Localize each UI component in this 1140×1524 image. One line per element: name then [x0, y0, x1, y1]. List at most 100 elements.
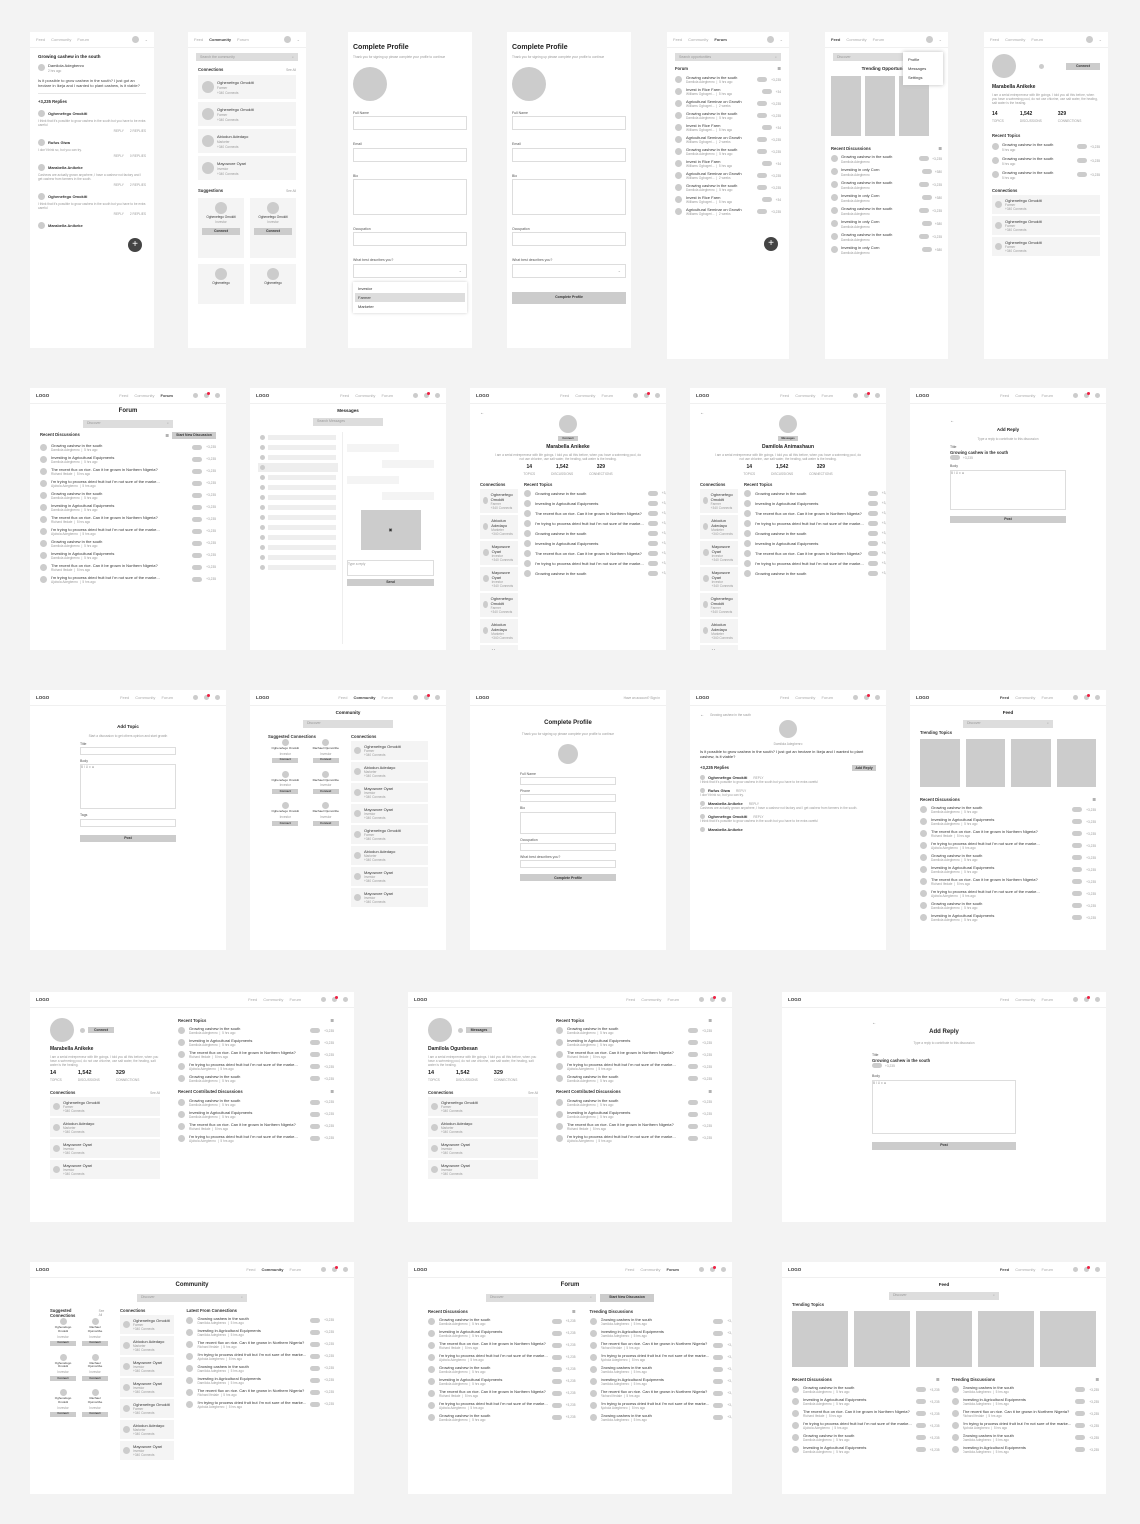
filter-icon[interactable]: ☰	[708, 1089, 712, 1094]
connection-card[interactable]: Mayowore Oyari Investor +340 Connects	[428, 1160, 538, 1180]
nav-community[interactable]: Community	[353, 695, 375, 700]
avatar-icon[interactable]	[875, 393, 880, 398]
conversation-item[interactable]	[258, 513, 338, 522]
search-input[interactable]: Discover ⌕	[889, 1291, 999, 1300]
bell-icon[interactable]	[864, 392, 870, 398]
suggestion-card[interactable]: Oghenefego Omokiti Investor Connect	[250, 197, 296, 258]
connection-card[interactable]: Oghenefego Omokiti Farmer +340 Connects	[480, 488, 519, 513]
list-item[interactable]: I'm trying to process dried fruit but I'…	[186, 1352, 334, 1361]
nav-forum[interactable]: Forum	[821, 695, 833, 700]
nav-community[interactable]: Community	[640, 1267, 660, 1272]
nav-forum[interactable]: Forum	[667, 1267, 679, 1272]
list-item[interactable]: Growing cashew in the south 5 hrs ago +3,2…	[992, 156, 1100, 166]
connection-card[interactable]: Oghenefego Omokiti Farmer +340 Connects	[992, 216, 1100, 235]
nav-feed[interactable]: Feed	[673, 37, 682, 42]
list-item[interactable]: Growing cashew in the south Damilola Ade…	[428, 1413, 576, 1422]
nav-feed[interactable]: Feed	[119, 393, 128, 398]
connection-card[interactable]: Oghenefego Omokiti Farmer +340 Connects	[198, 75, 296, 100]
nav-feed[interactable]: Feed	[1000, 393, 1009, 398]
list-item[interactable]: Investing in Agricultural Equipments Dam…	[40, 503, 216, 512]
profile-action-button[interactable]: Connect	[88, 1027, 114, 1033]
list-item[interactable]: Growing cashew in the south Damilola Ade…	[920, 901, 1096, 910]
bell-icon[interactable]	[1084, 996, 1090, 1002]
email-input[interactable]	[512, 147, 626, 162]
list-item[interactable]: Investing in Agricultural Equipments Dam…	[920, 913, 1096, 922]
avatar-icon[interactable]	[1085, 36, 1093, 43]
bell-icon[interactable]	[1084, 392, 1090, 398]
search-input[interactable]: Discover	[303, 719, 393, 728]
avatar-icon[interactable]	[1095, 695, 1100, 700]
reply-input[interactable]: Type a reply	[347, 559, 434, 576]
connection-card[interactable]: Abiodun Adedayo Marketer +340 Connects	[351, 761, 428, 781]
list-item[interactable]: I'm trying to process dried fruit but I'…	[951, 1421, 1099, 1430]
list-item[interactable]: Growing cashew in the south Damilola Adeg…	[831, 180, 942, 190]
full-name-input[interactable]	[512, 116, 626, 131]
list-item[interactable]: The recent flux on rice. Can it be grown…	[920, 829, 1096, 838]
list-item[interactable]: The recent flux on rice. Can it be grown…	[589, 1389, 732, 1398]
suggestion-card[interactable]: Oghenefego Omokiti Investor Connect	[50, 1318, 76, 1348]
nav-feed[interactable]: Feed	[340, 393, 349, 398]
list-item[interactable]: Growing cashew in the south Damilola Ade…	[40, 491, 216, 500]
avatar-icon[interactable]	[131, 36, 139, 43]
nav-forum[interactable]: Forum	[714, 37, 726, 42]
connection-card[interactable]: Abiodun Adedayo Marketer +340 Connects	[120, 1335, 175, 1355]
list-item[interactable]: Growing cashew in the south Damilola Ade…	[556, 1074, 712, 1083]
connect-button[interactable]: Connect	[1066, 62, 1100, 70]
back-icon[interactable]: ←	[872, 1020, 876, 1025]
avatar-icon[interactable]	[875, 695, 880, 700]
back-icon[interactable]: ←	[700, 410, 704, 415]
nav-forum[interactable]: Forum	[667, 997, 679, 1002]
list-item[interactable]: The recent flux on rice. Can it be grown…	[744, 509, 886, 517]
avatar-icon[interactable]	[721, 1267, 726, 1272]
list-item[interactable]: Growing cashew in the south Damilola Ade…	[589, 1365, 732, 1374]
list-item[interactable]: Investing in Agricultural Equipments Dam…	[589, 1329, 732, 1338]
list-item[interactable]: Agricultural Seminar on Growth Williams …	[675, 207, 781, 216]
connection-card[interactable]: Oghenefego Omokiti Farmer +340 Connects	[50, 1097, 160, 1117]
list-item[interactable]: The recent flux on rice. Can it be grown…	[40, 563, 216, 572]
list-item[interactable]: Invest in Rice Farm Williams Ogbogeri...…	[675, 87, 781, 96]
chevron-down-icon[interactable]: ⌄	[145, 37, 148, 42]
avatar-icon[interactable]	[435, 695, 440, 700]
connection-card[interactable]: Mayowore Oyari Investor +340 Connects	[120, 1440, 175, 1460]
list-item[interactable]: Growing cashew in the south Damilola Ade…	[40, 443, 216, 452]
nav-forum[interactable]: Forum	[1041, 1267, 1053, 1272]
suggestion-card[interactable]: Rachael Ojumoriibe Investor Connect	[82, 1389, 108, 1419]
connection-card[interactable]: Abiodun Adedayo Marketer +340 Connects	[428, 1118, 538, 1138]
list-item[interactable]: The recent flux on rice. Can it be grown…	[556, 1050, 712, 1059]
nav-forum[interactable]: Forum	[289, 1267, 301, 1272]
nav-feed[interactable]: Feed	[831, 37, 840, 42]
list-item[interactable]: Growing cashew in the south Damilola Ade…	[556, 1026, 712, 1035]
chevron-down-icon[interactable]: ⌄	[1099, 37, 1102, 42]
list-item[interactable]: Growing cashew in the south Damilola Ade…	[186, 1316, 334, 1325]
bell-icon[interactable]	[1084, 694, 1090, 700]
topic-card[interactable]	[978, 1310, 1034, 1367]
bio-input[interactable]	[353, 178, 467, 215]
list-item[interactable]: The recent flux on rice. Can it be grown…	[524, 509, 666, 517]
search-input[interactable]: Search opportunities ⌕	[675, 53, 781, 61]
profile-action-button[interactable]: Messages	[778, 436, 798, 441]
list-item[interactable]: Investing in Agricultural Equipments +3,…	[524, 539, 666, 547]
list-item[interactable]: Investing in Agricultural Equipments Dam…	[792, 1445, 940, 1454]
nav-forum[interactable]: Forum	[601, 393, 613, 398]
list-item[interactable]: The recent flux on rice. Can it be grown…	[40, 515, 216, 524]
suggestion-card[interactable]: Rachael Ojumoriibe Investor Connect	[309, 802, 344, 828]
list-item[interactable]: Investing in Agricultural Equipments Dam…	[178, 1038, 334, 1047]
connection-card[interactable]: Mayowore Oyari Investor +340 Connects	[700, 644, 739, 650]
nav-feed[interactable]: Feed	[1000, 1267, 1009, 1272]
list-item[interactable]: Investing in only Corn Damilola Adegbenro…	[831, 193, 942, 203]
list-item[interactable]: I'm trying to process dried fruit but I'…	[40, 575, 216, 584]
logo[interactable]: LOGO	[788, 1267, 801, 1273]
message-icon[interactable]	[458, 1027, 463, 1033]
logo[interactable]: LOGO	[256, 393, 269, 399]
search-input[interactable]: Discover ⌕	[83, 419, 173, 428]
filter-icon[interactable]: ☰	[165, 433, 169, 438]
bio-input[interactable]	[512, 178, 626, 215]
filter-icon[interactable]: ☰	[777, 66, 781, 71]
post-button[interactable]: Post	[872, 1141, 1016, 1150]
user-icon[interactable]	[1073, 695, 1078, 700]
list-item[interactable]: The recent flux on rice. Can it be grown…	[556, 1122, 712, 1131]
list-item[interactable]: Growing cashew in the south Damilola Ade…	[589, 1317, 732, 1326]
nav-community[interactable]: Community	[51, 37, 71, 42]
connection-card[interactable]: Oghenefego Omokiti Farmer +340 Connects	[351, 740, 428, 760]
list-item[interactable]: Investing in Agricultural Equipments Dam…	[40, 551, 216, 560]
